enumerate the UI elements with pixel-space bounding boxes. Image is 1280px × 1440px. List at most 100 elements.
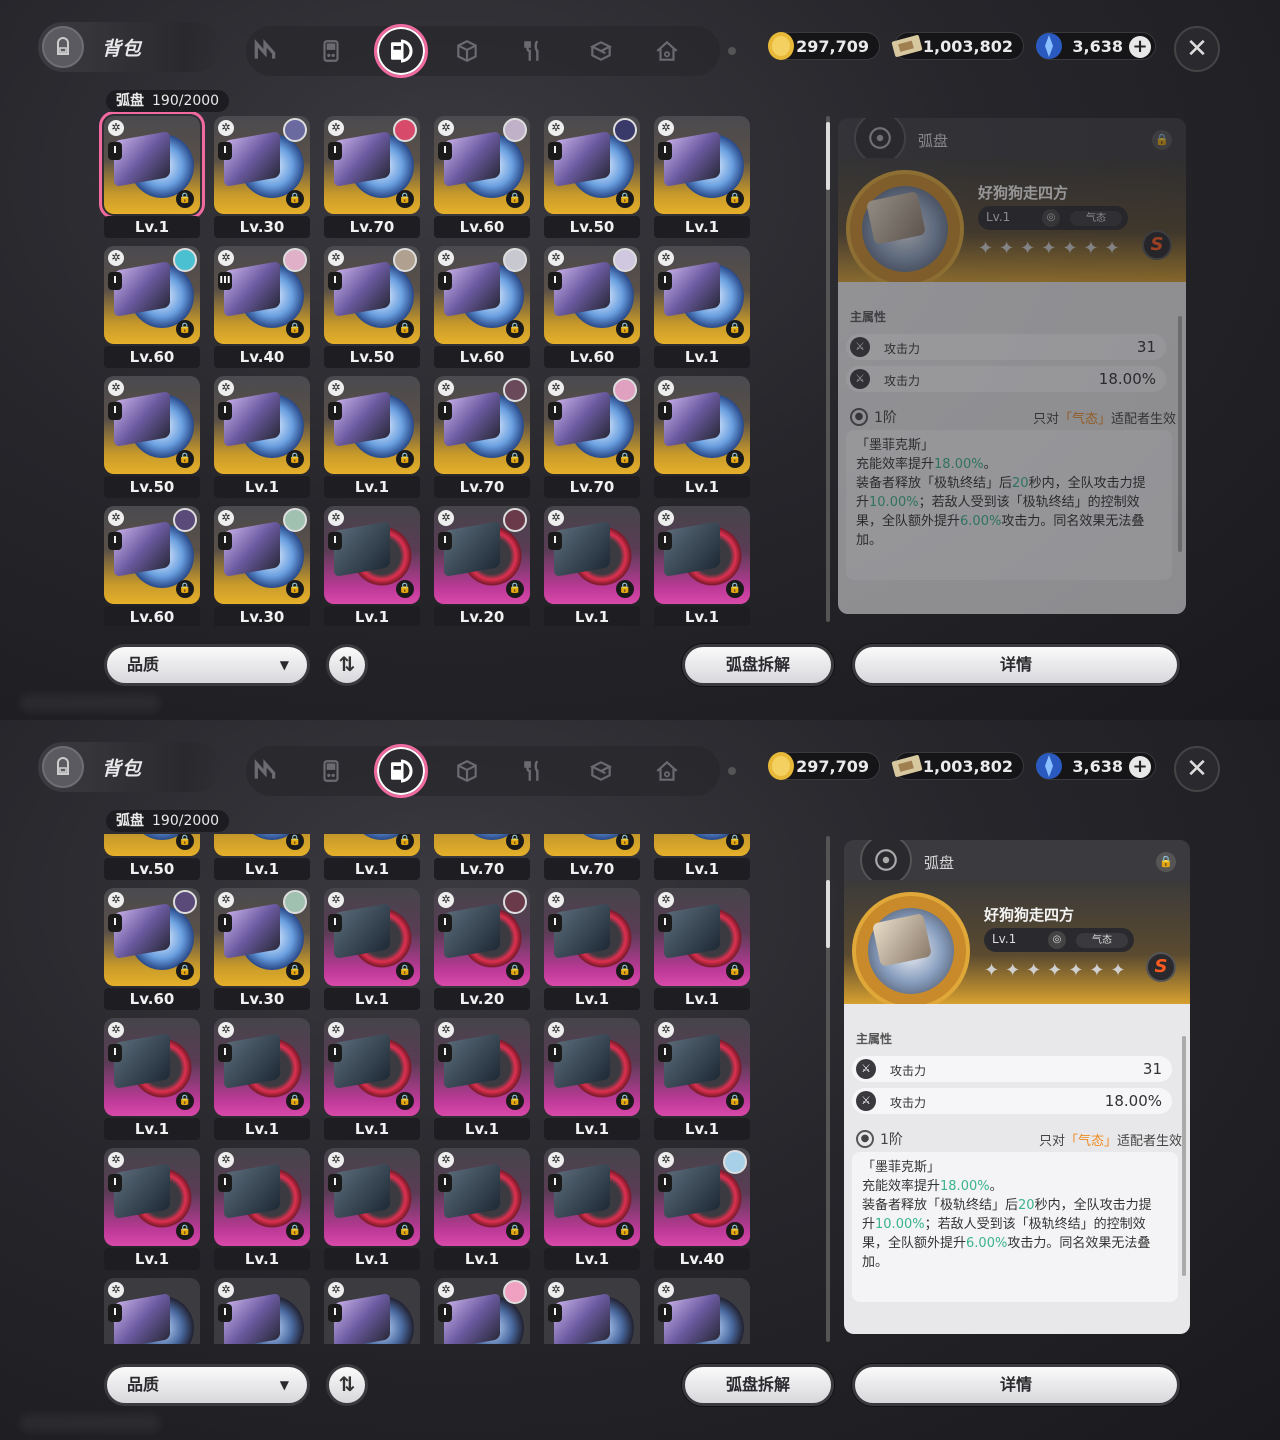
disc-slot[interactable]: ✲ I 🔒 Lv.40 [654, 1148, 752, 1270]
quality-filter-dropdown[interactable]: 品质 ▼ [104, 644, 310, 686]
disc-card[interactable]: ✲I🔒 [324, 506, 420, 604]
grid-scrollbar[interactable] [826, 116, 830, 622]
detail-scrollbar[interactable] [1178, 316, 1182, 552]
disc-slot[interactable]: ✲I🔒Lv.1 [654, 506, 752, 626]
disc-slot[interactable]: ✲I🔒Lv.70 [434, 834, 532, 880]
disc-card[interactable]: ✲I🔒 [104, 1278, 200, 1344]
disc-card[interactable]: ✲I🔒 [434, 1018, 530, 1116]
disc-card[interactable]: ✲I🔒 [214, 888, 310, 986]
disc-slot[interactable]: ✲I🔒Lv.1 [544, 1018, 642, 1140]
disc-slot[interactable]: ✲I🔒Lv.1 [214, 376, 312, 498]
disc-slot[interactable]: ✲I🔒Lv.1 [654, 1018, 752, 1140]
disc-slot[interactable]: ✲I🔒 [654, 1278, 752, 1344]
disc-card[interactable]: ✲I🔒 [434, 246, 530, 344]
disc-card[interactable]: ✲I🔒 [434, 1148, 530, 1246]
lock-icon[interactable]: 🔒 [176, 450, 194, 468]
fork-knife-icon[interactable] [514, 752, 552, 790]
disc-card[interactable]: ✲I🔒 [434, 506, 530, 604]
lock-icon[interactable]: 🔒 [396, 450, 414, 468]
disc-slot[interactable]: ✲I🔒Lv.1 [434, 1148, 532, 1270]
disc-slot[interactable]: ✲I🔒Lv.1 [544, 888, 642, 1010]
disc-card[interactable]: ✲I🔒 [544, 376, 640, 474]
handheld-icon[interactable] [312, 32, 350, 70]
disc-slot[interactable]: ✲ I 🔒 Lv.60 [434, 116, 532, 238]
grid-scrollbar[interactable] [826, 836, 830, 1342]
disc-card[interactable]: ✲I🔒 [654, 246, 750, 344]
disc-slot[interactable]: ✲I🔒Lv.1 [324, 1148, 422, 1270]
lock-icon[interactable]: 🔒 [616, 1222, 634, 1240]
disc-slot[interactable]: ✲I🔒Lv.1 [654, 834, 752, 880]
lock-icon[interactable]: 🔒 [506, 1092, 524, 1110]
disc-card[interactable]: ✲I🔒 [544, 116, 640, 214]
disc-card[interactable]: ✲I🔒 [544, 1148, 640, 1246]
disc-slot[interactable]: ✲ I 🔒 Lv.60 [104, 506, 202, 626]
lock-icon[interactable]: 🔒 [726, 580, 744, 598]
disc-card[interactable]: ✲I🔒 [104, 888, 200, 986]
disc-card[interactable]: ✲I🔒 [104, 1018, 200, 1116]
disc-card[interactable]: ✲I🔒 [544, 834, 640, 856]
cube-icon[interactable] [448, 32, 486, 70]
disc-slot[interactable]: ✲I🔒Lv.1 [654, 376, 752, 498]
lock-icon[interactable]: 🔒 [726, 962, 744, 980]
disc-slot[interactable]: ✲ I 🔒 Lv.60 [434, 246, 532, 368]
disc-card[interactable]: ✲I🔒 [434, 834, 530, 856]
scrollbar-thumb[interactable] [826, 880, 830, 948]
disc-card[interactable]: ✲I🔒 [654, 116, 750, 214]
disc-card[interactable]: ✲I🔒 [654, 1278, 750, 1344]
lock-icon[interactable]: 🔒 [286, 1222, 304, 1240]
lock-icon[interactable]: 🔒 [176, 320, 194, 338]
disc-slot[interactable]: ✲ I 🔒 Lv.50 [544, 116, 642, 238]
lock-icon[interactable]: 🔒 [396, 190, 414, 208]
disc-slot[interactable]: ✲I🔒Lv.1 [104, 1018, 202, 1140]
disc-card[interactable]: ✲I🔒 [324, 116, 420, 214]
disc-slot[interactable]: ✲I🔒Lv.1 [214, 1018, 312, 1140]
lock-icon[interactable]: 🔒 [286, 580, 304, 598]
disc-card[interactable]: ✲I🔒 [324, 1148, 420, 1246]
disc-slot[interactable]: ✲I🔒Lv.1 [324, 376, 422, 498]
disc-card[interactable]: ✲I🔒 [214, 1018, 310, 1116]
lock-icon[interactable]: 🔒 [506, 580, 524, 598]
sort-button[interactable]: ⇅ [326, 644, 368, 686]
disc-slot[interactable]: ✲I🔒Lv.70 [434, 376, 532, 498]
disc-slot[interactable]: ✲I🔒Lv.70 [544, 376, 642, 498]
n-logo-icon[interactable] [246, 32, 284, 70]
lock-icon[interactable]: 🔒 [176, 962, 194, 980]
house-icon[interactable] [648, 32, 686, 70]
lock-icon[interactable]: 🔒 [286, 1092, 304, 1110]
lock-icon[interactable]: 🔒 [506, 1222, 524, 1240]
disc-card[interactable]: ✲I🔒 [99, 112, 205, 219]
disc-card[interactable]: ✲I🔒 [434, 116, 530, 214]
disc-card[interactable]: ✲I🔒 [104, 834, 200, 856]
disc-slot[interactable]: ✲ I 🔒 Lv.60 [104, 888, 202, 1010]
lock-icon[interactable]: 🔒 [396, 1222, 414, 1240]
disc-slot[interactable]: ✲I🔒Lv.1 [654, 246, 752, 368]
disc-slot[interactable]: ✲I🔒Lv.1 [214, 834, 312, 880]
detail-scrollbar[interactable] [1182, 1036, 1186, 1276]
lock-icon[interactable]: 🔒 [506, 962, 524, 980]
handheld-icon[interactable] [312, 752, 350, 790]
details-button[interactable]: 详情 [852, 644, 1180, 686]
disc-card[interactable]: ✲I🔒 [654, 888, 750, 986]
lock-icon[interactable]: 🔒 [286, 320, 304, 338]
lock-icon[interactable]: 🔒 [176, 190, 194, 208]
disc-slot[interactable]: ✲ I 🔒 Lv.50 [324, 246, 422, 368]
disc-slot[interactable]: ✲I🔒 [214, 1278, 312, 1344]
lock-icon[interactable]: 🔒 [726, 450, 744, 468]
close-button[interactable]: ✕ [1174, 26, 1220, 72]
lock-icon[interactable]: 🔒 [616, 1092, 634, 1110]
disc-card[interactable]: ✲I🔒 [104, 506, 200, 604]
lock-icon[interactable]: 🔒 [396, 962, 414, 980]
disc-card[interactable]: ✲I🔒 [544, 1278, 640, 1344]
lock-icon[interactable]: 🔒 [726, 1092, 744, 1110]
lock-icon[interactable]: 🔒 [506, 190, 524, 208]
lock-icon[interactable]: 🔒 [396, 1092, 414, 1110]
quality-filter-dropdown[interactable]: 品质 ▼ [104, 1364, 310, 1406]
disc-card[interactable]: ✲I🔒 [544, 1018, 640, 1116]
disc-card[interactable]: ✲I🔒 [104, 376, 200, 474]
disc-slot[interactable]: ✲I🔒Lv.1 [324, 888, 422, 1010]
lock-icon[interactable]: 🔒 [616, 190, 634, 208]
n-logo-icon[interactable] [246, 752, 284, 790]
disc-slot[interactable]: ✲ I 🔒 Lv.20 [434, 506, 532, 626]
lock-icon[interactable]: 🔒 [286, 450, 304, 468]
disc-card-icon[interactable] [374, 24, 428, 78]
